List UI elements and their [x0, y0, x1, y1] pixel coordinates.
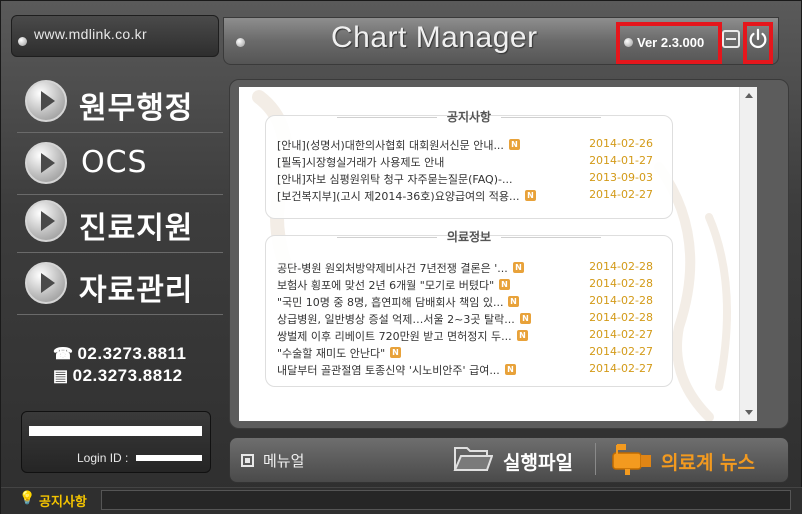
- sidebar-item-ocs[interactable]: OCS: [17, 133, 223, 195]
- url-dot-left: [18, 37, 27, 46]
- status-ticker: [101, 490, 791, 510]
- list-item-date: 2014-02-27: [589, 328, 653, 341]
- sidebar-item-label: OCS: [81, 145, 148, 180]
- new-badge: N: [520, 313, 531, 324]
- list-item[interactable]: [안내]자보 심평원위탁 청구 자주묻는질문(FAQ)-... 2013-09-0…: [277, 171, 667, 187]
- app-title: Chart Manager: [331, 21, 538, 54]
- mailbox-icon[interactable]: [609, 441, 653, 475]
- list-item-title[interactable]: "국민 10명 중 8명, 흡연피해 담배회사 책임 있...: [277, 294, 503, 310]
- sidebar-item-label: 원무행정: [79, 91, 194, 126]
- list-item-date: 2014-02-27: [589, 362, 653, 375]
- list-item[interactable]: [보건복지부](고시 제2014-36호)요양급여의 적용... N 2014-02…: [277, 188, 667, 204]
- site-url[interactable]: www.mdlink.co.kr: [34, 26, 147, 42]
- play-arrow-icon: [25, 262, 67, 304]
- user-name-field: [29, 426, 202, 436]
- fax-icon: ▤: [53, 368, 69, 385]
- list-item[interactable]: "수술할 재미도 안난다" N 2014-02-27: [277, 345, 667, 361]
- fax-number: ▤ 02.3273.8812: [53, 366, 183, 386]
- play-arrow-icon: [25, 200, 67, 242]
- list-item-title[interactable]: 내달부터 골관절염 토종신약 '시노비안주' 급여...: [277, 362, 500, 378]
- new-badge: N: [517, 330, 528, 341]
- exec-file-button[interactable]: 실행파일: [503, 448, 573, 475]
- list-item[interactable]: [안내](성명서)대한의사협회 대회원서신문 안내... N 2014-02-26: [277, 137, 667, 153]
- new-badge: N: [390, 347, 401, 358]
- lightbulb-icon: 💡: [19, 491, 36, 506]
- new-badge: N: [505, 364, 516, 375]
- version-dot: [624, 38, 633, 47]
- play-arrow-icon: [25, 142, 67, 184]
- list-item-date: 2014-01-27: [589, 154, 653, 167]
- medical-news-button[interactable]: 의료계 뉴스: [661, 448, 755, 475]
- sidebar-item-administration[interactable]: 원무행정: [17, 71, 223, 133]
- new-badge: N: [499, 279, 510, 290]
- list-item-date: 2014-02-28: [589, 277, 653, 290]
- list-item-title[interactable]: [안내]자보 심평원위탁 청구 자주묻는질문(FAQ)-...: [277, 171, 512, 187]
- new-badge: N: [525, 190, 536, 201]
- list-item-date: 2014-02-28: [589, 311, 653, 324]
- scroll-up-icon[interactable]: [745, 93, 753, 98]
- notice-panel-title: 공지사항: [266, 108, 672, 125]
- list-item-title[interactable]: "수술할 재미도 안난다": [277, 345, 385, 361]
- app-window: www.mdlink.co.kr Chart Manager Ver 2.3.0…: [0, 0, 802, 514]
- list-item[interactable]: 공단-병원 원외처방약제비사건 7년전쟁 결론은 '... N 2014-02-28: [277, 260, 667, 276]
- list-item-title[interactable]: [안내](성명서)대한의사협회 대회원서신문 안내...: [277, 137, 504, 153]
- sidebar-item-label: 진료지원: [79, 211, 194, 246]
- sidebar-item-label: 자료관리: [79, 273, 194, 308]
- manual-icon[interactable]: [241, 454, 254, 467]
- status-notice-label: 공지사항: [39, 495, 87, 510]
- list-item-date: 2014-02-28: [589, 294, 653, 307]
- list-item-title[interactable]: 보험사 횡포에 맞선 2년 6개월 "모기로 버텼다": [277, 277, 494, 293]
- bottom-separator: [595, 443, 596, 475]
- new-badge: N: [508, 296, 519, 307]
- power-icon[interactable]: [747, 28, 769, 50]
- list-item-date: 2014-02-28: [589, 260, 653, 273]
- login-box: Login ID :: [21, 411, 211, 473]
- sidebar-item-clinical-support[interactable]: 진료지원: [17, 191, 223, 253]
- new-badge: N: [513, 262, 524, 273]
- vertical-scrollbar[interactable]: [739, 87, 757, 421]
- list-item[interactable]: 내달부터 골관절염 토종신약 '시노비안주' 급여... N 2014-02-27: [277, 362, 667, 378]
- medical-panel-title: 의료정보: [266, 228, 672, 245]
- phone-number: ☎ 02.3273.8811: [53, 344, 187, 364]
- version-label: Ver 2.3.000: [637, 35, 705, 50]
- folder-icon[interactable]: [453, 442, 493, 474]
- manual-button[interactable]: 메뉴얼: [263, 450, 304, 471]
- list-item[interactable]: "국민 10명 중 8명, 흡연피해 담배회사 책임 있... N 2014-02-…: [277, 294, 667, 310]
- sidebar-item-data-management[interactable]: 자료관리: [17, 253, 223, 315]
- list-item-title[interactable]: 공단-병원 원외처방약제비사건 7년전쟁 결론은 '...: [277, 260, 508, 276]
- list-item[interactable]: 보험사 횡포에 맞선 2년 6개월 "모기로 버텼다" N 2014-02-28: [277, 277, 667, 293]
- fax-text: 02.3273.8812: [72, 366, 183, 385]
- list-item-title[interactable]: [필독]시장형실거래가 사용제도 안내: [277, 154, 444, 170]
- phone-text: 02.3273.8811: [77, 344, 187, 363]
- url-bar: www.mdlink.co.kr: [11, 15, 219, 57]
- list-item-title[interactable]: 상급병원, 일반병상 증설 억제…서울 2~3곳 탈락...: [277, 311, 515, 327]
- title-dot-left: [236, 38, 245, 47]
- login-id-value: [136, 455, 202, 461]
- list-item-date: 2014-02-27: [589, 188, 653, 201]
- minimize-button[interactable]: [722, 30, 740, 48]
- list-item-title[interactable]: 쌍벌제 이후 리베이트 720만원 받고 면허정지 두...: [277, 328, 512, 344]
- list-item-date: 2013-09-03: [589, 171, 653, 184]
- new-badge: N: [509, 139, 520, 150]
- login-id-label: Login ID :: [77, 451, 129, 465]
- play-arrow-icon: [25, 80, 67, 122]
- list-item[interactable]: 쌍벌제 이후 리베이트 720만원 받고 면허정지 두... N 2014-02-2…: [277, 328, 667, 344]
- list-item-date: 2014-02-26: [589, 137, 653, 150]
- list-item[interactable]: 상급병원, 일반병상 증설 억제…서울 2~3곳 탈락... N 2014-02-2…: [277, 311, 667, 327]
- list-item-title[interactable]: [보건복지부](고시 제2014-36호)요양급여의 적용...: [277, 188, 520, 204]
- list-item-date: 2014-02-27: [589, 345, 653, 358]
- scroll-down-icon[interactable]: [745, 410, 753, 415]
- list-item[interactable]: [필독]시장형실거래가 사용제도 안내 2014-01-27: [277, 154, 667, 170]
- telephone-icon: ☎: [53, 346, 74, 363]
